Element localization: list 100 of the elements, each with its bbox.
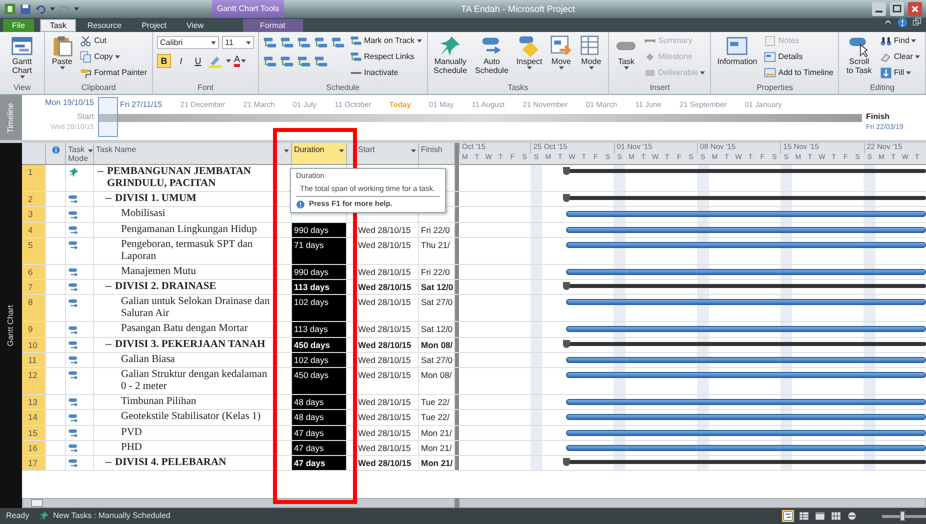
row-number[interactable]: 7 (22, 280, 46, 294)
start-date: Wed 28/10/15 (347, 426, 419, 440)
ribbon-button[interactable]: Mark on Track (348, 34, 423, 48)
task-name: Geotekstile Stabilisator (Kelas 1) (121, 411, 261, 424)
ribbon-tab[interactable]: File (3, 19, 34, 32)
duration-cell: 102 days (292, 295, 347, 322)
ribbon-button[interactable]: Scroll to Task (843, 34, 875, 76)
task-name: Mobilisasi (121, 208, 166, 220)
ribbon-tab[interactable]: Project (132, 19, 176, 32)
ribbon-button[interactable]: Auto Schedule (473, 34, 510, 76)
row-number[interactable]: 12 (22, 368, 46, 394)
format-toggle[interactable]: I (174, 54, 188, 68)
ribbon-button[interactable]: Details (763, 50, 834, 64)
font-field[interactable]: Calibri (156, 36, 219, 49)
window-title: TA Endah - Microsoft Project (460, 4, 576, 14)
task-name: Galian Struktur dengan kedalaman 0 - 2 meter (121, 369, 268, 393)
task-name: Galian untuk Selokan Drainase dan Saluran Air (121, 296, 270, 320)
row-number[interactable]: 11 (22, 352, 46, 367)
format-toggle[interactable]: B (156, 54, 171, 68)
row-number[interactable]: 10 (22, 338, 46, 352)
ribbon-button[interactable]: Inspect (514, 34, 544, 71)
task-name: DIVISI 1. UMUM (115, 193, 196, 205)
row-number[interactable]: 4 (22, 222, 46, 237)
row-number[interactable]: 15 (22, 426, 46, 440)
task-name: Manajemen Mutu (121, 266, 196, 278)
ribbon-button[interactable]: Gantt Chart (4, 34, 40, 80)
finish-label: Finish (865, 112, 891, 123)
row-number[interactable]: 8 (22, 295, 46, 322)
ribbon-group-label: Editing (868, 83, 896, 94)
row-number[interactable]: 2 (22, 192, 46, 206)
row-number[interactable]: 3 (22, 207, 46, 222)
start-date: Wed 28/10/15 (347, 238, 419, 264)
task-name: Pengamanan Lingkungan Hidup (121, 224, 257, 236)
ribbon-button[interactable]: Fill (878, 66, 921, 80)
view-start-date: Mon 19/10/15 (44, 98, 95, 109)
ribbon-tab[interactable]: View (178, 19, 213, 32)
duration-cell: 990 days (292, 222, 347, 237)
ribbon-button[interactable]: Respect Links (348, 50, 423, 64)
ribbon-button[interactable]: Cut (79, 34, 148, 48)
start-date: Wed 28/10/15 (347, 322, 419, 336)
ribbon-group-label: Tasks (506, 83, 530, 94)
row-number[interactable]: 5 (22, 238, 46, 264)
start-date: Wed 28/10/15 (347, 352, 419, 367)
task-mode-button[interactable]: New Tasks : Manually Scheduled (39, 511, 170, 521)
task-name: Timbunan Pilihan (121, 396, 196, 408)
row-number[interactable]: 1 (22, 165, 46, 191)
duration-cell: 47 days (292, 426, 347, 440)
ribbon-button[interactable]: Copy (79, 50, 148, 64)
ribbon-button[interactable]: Manually Schedule (432, 34, 470, 76)
duration-cell: 450 days (292, 338, 347, 352)
column-header[interactable]: Duration (292, 143, 347, 164)
row-number[interactable]: 13 (22, 395, 46, 410)
duration-cell: 48 days (292, 395, 347, 410)
duration-cell: 71 days (292, 238, 347, 264)
task-name: PHD (121, 442, 142, 454)
start-label: Start (76, 112, 95, 123)
view-end-date: Fri 27/11/15 (120, 100, 162, 110)
ribbon-group-label: View (12, 83, 32, 94)
ribbon-button[interactable]: Inactivate (348, 66, 423, 80)
ribbon-button[interactable]: Format Painter (79, 66, 148, 80)
duration-cell: 113 days (292, 280, 347, 294)
ribbon-button[interactable]: Paste (49, 34, 76, 71)
duration-cell: 113 days (292, 322, 347, 336)
duration-cell: 47 days (292, 440, 347, 455)
task-name: Pasangan Batu dengan Mortar (121, 323, 248, 336)
row-number[interactable]: 14 (22, 410, 46, 424)
ribbon-tab[interactable]: Format (242, 19, 303, 32)
size-field[interactable]: 11 (222, 36, 254, 49)
ribbon-button[interactable]: Mode (578, 34, 604, 71)
column-header[interactable]: Start (347, 143, 419, 164)
ribbon-button[interactable]: Task (613, 34, 640, 71)
ribbon-button[interactable]: Find (878, 34, 921, 48)
ribbon-tab[interactable]: Resource (78, 19, 131, 32)
start-date: Wed 28/10/15 (347, 338, 419, 352)
ribbon-button[interactable]: Clear (878, 50, 921, 64)
column-header[interactable]: Task Mode (66, 143, 94, 164)
task-name: DIVISI 4. PELEBARAN (115, 457, 226, 469)
ribbon-button[interactable]: Information (715, 34, 760, 67)
format-toggle[interactable]: U (190, 54, 205, 68)
ribbon-button[interactable]: Add to Timeline (763, 66, 834, 80)
task-name: Pengeboran, termasuk SPT dan Laporan (121, 238, 254, 263)
row-number[interactable]: 9 (22, 322, 46, 336)
start-date: Wed 28/10/15 (347, 395, 419, 410)
task-name: Galian Biasa (121, 354, 175, 366)
context-tab-label: Gantt Chart Tools (212, 0, 284, 18)
row-number[interactable]: 6 (22, 264, 46, 279)
duration-cell: 990 days (292, 264, 347, 279)
start-date: Wed 28/10/15 (347, 295, 419, 322)
ribbon-group-label: Properties (756, 83, 794, 94)
ribbon-tab[interactable]: Task (40, 19, 76, 32)
duration-cell: 450 days (292, 368, 347, 394)
start-date: Wed 28/10/15 (347, 222, 419, 237)
ribbon-group-label: Insert (648, 83, 671, 94)
ribbon-button[interactable]: Move (548, 34, 574, 71)
start-date: Wed 28/10/15 (347, 456, 419, 470)
font-color-button[interactable]: A (234, 55, 246, 67)
row-number[interactable]: 16 (22, 440, 46, 455)
task-name: DIVISI 3. PEKERJAAN TANAH (115, 338, 266, 350)
row-number[interactable]: 17 (22, 456, 46, 470)
duration-cell: 102 days (292, 352, 347, 367)
